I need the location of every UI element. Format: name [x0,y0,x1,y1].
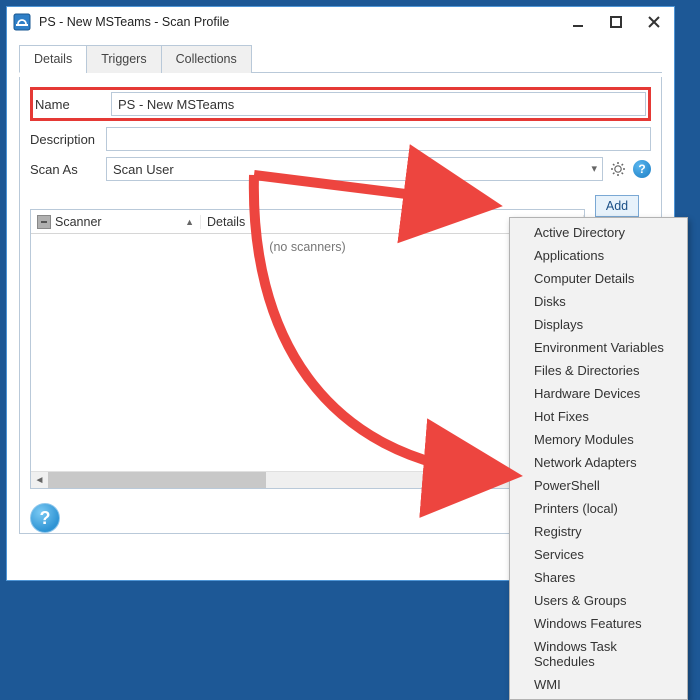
tab-details[interactable]: Details [19,45,87,73]
sort-asc-icon: ▲ [185,217,194,227]
scan-as-label: Scan As [30,162,106,177]
menu-item-network-adapters[interactable]: Network Adapters [512,451,685,474]
menu-item-active-directory[interactable]: Active Directory [512,221,685,244]
menu-item-files-directories[interactable]: Files & Directories [512,359,685,382]
menu-item-computer-details[interactable]: Computer Details [512,267,685,290]
menu-item-disks[interactable]: Disks [512,290,685,313]
minimize-button[interactable] [560,8,596,36]
window-controls [560,8,672,36]
scanners-table: Scanner ▲ Details (no scanners) ◄ [30,209,585,489]
menu-item-wmi[interactable]: WMI [512,673,685,696]
close-button[interactable] [636,8,672,36]
horizontal-scrollbar[interactable]: ◄ ► [31,471,584,488]
description-label: Description [30,132,106,147]
table-body: (no scanners) [31,234,584,488]
column-scanner-label: Scanner [55,215,102,229]
window-title: PS - New MSTeams - Scan Profile [39,15,560,29]
scroll-left-button[interactable]: ◄ [31,472,48,489]
gear-icon[interactable] [609,160,627,178]
menu-item-powershell[interactable]: PowerShell [512,474,685,497]
description-field[interactable] [106,127,651,151]
help-button[interactable]: ? [30,503,60,533]
menu-item-printers-local[interactable]: Printers (local) [512,497,685,520]
maximize-button[interactable] [598,8,634,36]
scroll-thumb[interactable] [48,472,266,488]
add-scanner-menu[interactable]: Active Directory Applications Computer D… [509,217,688,700]
menu-item-shares[interactable]: Shares [512,566,685,589]
tab-triggers[interactable]: Triggers [86,45,161,73]
menu-item-applications[interactable]: Applications [512,244,685,267]
tabs: Details Triggers Collections [19,45,662,73]
menu-item-windows-task-schedules[interactable]: Windows Task Schedules [512,635,685,673]
add-button[interactable]: Add [595,195,639,217]
scanner-icon [37,215,51,229]
help-icon[interactable]: ? [633,160,651,178]
app-icon [13,13,31,31]
column-details-label: Details [207,215,245,229]
menu-item-displays[interactable]: Displays [512,313,685,336]
menu-item-registry[interactable]: Registry [512,520,685,543]
scroll-track[interactable] [48,472,567,488]
name-label: Name [35,97,111,112]
annotation-highlight-name: Name [30,87,651,121]
menu-item-windows-features[interactable]: Windows Features [512,612,685,635]
scan-as-select[interactable]: Scan User [106,157,603,181]
tab-collections[interactable]: Collections [161,45,252,73]
column-scanner[interactable]: Scanner ▲ [31,215,201,229]
titlebar: PS - New MSTeams - Scan Profile [7,7,674,37]
menu-item-hot-fixes[interactable]: Hot Fixes [512,405,685,428]
menu-item-users-groups[interactable]: Users & Groups [512,589,685,612]
table-header: Scanner ▲ Details [31,210,584,234]
name-field[interactable] [111,92,646,116]
menu-item-hardware-devices[interactable]: Hardware Devices [512,382,685,405]
table-empty-text: (no scanners) [269,240,345,254]
menu-item-services[interactable]: Services [512,543,685,566]
menu-item-memory-modules[interactable]: Memory Modules [512,428,685,451]
menu-item-environment-variables[interactable]: Environment Variables [512,336,685,359]
